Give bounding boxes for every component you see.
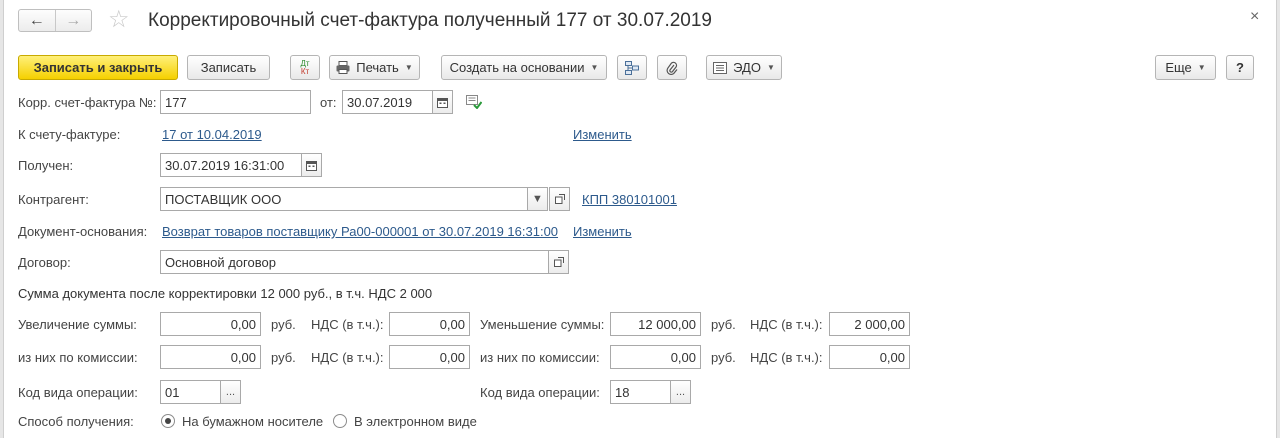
change-base-doc-link[interactable]: Изменить — [573, 224, 632, 240]
receive-method-label: Способ получения: — [18, 414, 134, 429]
save-button[interactable]: Записать — [187, 55, 270, 80]
paper-radio[interactable] — [161, 414, 175, 428]
date-field[interactable]: 30.07.2019 — [342, 90, 433, 114]
counterparty-label: Контрагент: — [18, 192, 89, 207]
close-icon[interactable]: × — [1250, 7, 1259, 27]
rub-label: руб. — [711, 350, 736, 365]
decrease-vat-field[interactable]: 2 000,00 — [829, 312, 910, 336]
op-code-left-field[interactable]: 01 — [160, 380, 221, 404]
select-op-code-button[interactable]: ... — [670, 380, 691, 404]
increase-amount-field[interactable]: 0,00 — [160, 312, 261, 336]
rub-label: руб. — [271, 350, 296, 365]
received-label: Получен: — [18, 158, 74, 173]
increase-vat-field[interactable]: 0,00 — [389, 312, 470, 336]
printer-icon — [336, 61, 350, 74]
chevron-down-icon: ▼ — [766, 63, 775, 72]
sum-summary-text: Сумма документа после корректировки 12 0… — [18, 286, 433, 301]
window-frame-left — [0, 0, 4, 438]
edo-icon — [713, 61, 728, 74]
received-datetime-field[interactable]: 30.07.2019 16:31:00 — [160, 153, 302, 177]
decrease-amount-field[interactable]: 12 000,00 — [610, 312, 701, 336]
to-invoice-link[interactable]: 17 от 10.04.2019 — [162, 127, 262, 143]
contract-label: Договор: — [18, 255, 71, 270]
date-label: от: — [320, 95, 337, 110]
vat-incl-label: НДС (в т.ч.): — [750, 317, 823, 332]
print-button[interactable]: Печать ▼ — [329, 55, 420, 80]
base-doc-link[interactable]: Возврат товаров поставщику Ра00-000001 о… — [162, 224, 558, 240]
create-based-on-button[interactable]: Создать на основании ▼ — [441, 55, 607, 80]
calendar-icon[interactable] — [432, 90, 453, 114]
base-doc-label: Документ-основания: — [18, 224, 148, 239]
rub-label: руб. — [271, 317, 296, 332]
open-item-icon[interactable] — [548, 250, 569, 274]
op-code-label: Код вида операции: — [480, 385, 600, 400]
commission-right-amount-field[interactable]: 0,00 — [610, 345, 701, 369]
nav-buttons: ← → — [18, 9, 92, 32]
select-op-code-button[interactable]: ... — [220, 380, 241, 404]
chevron-down-icon: ▼ — [404, 63, 413, 72]
kpp-link[interactable]: КПП 380101001 — [582, 192, 677, 208]
paper-option-label[interactable]: На бумажном носителе — [182, 414, 323, 430]
counterparty-field[interactable]: ПОСТАВЩИК ООО — [160, 187, 528, 211]
attach-button[interactable] — [657, 55, 687, 80]
corr-invoice-number-field[interactable]: 177 — [160, 90, 311, 114]
electronic-option-label[interactable]: В электронном виде — [354, 414, 477, 430]
corr-invoice-label: Корр. счет-фактура №: — [18, 95, 157, 110]
change-invoice-link[interactable]: Изменить — [573, 127, 632, 143]
dt-kt-button[interactable]: Дт Кт — [290, 55, 320, 80]
page-title: Корректировочный счет-фактура полученный… — [148, 10, 712, 31]
create-based-label: Создать на основании — [449, 60, 585, 75]
more-label: Еще — [1165, 60, 1192, 75]
commission-left-vat-field[interactable]: 0,00 — [389, 345, 470, 369]
vat-incl-label: НДС (в т.ч.): — [311, 317, 384, 332]
open-item-icon[interactable] — [549, 187, 570, 211]
help-button[interactable]: ? — [1226, 55, 1254, 80]
contract-field[interactable]: Основной договор — [160, 250, 549, 274]
edo-label: ЭДО — [733, 60, 761, 75]
document-structure-icon — [625, 60, 639, 75]
back-arrow-icon[interactable]: ← — [19, 10, 55, 31]
calendar-icon[interactable] — [301, 153, 322, 177]
electronic-radio[interactable] — [333, 414, 347, 428]
rub-label: руб. — [711, 317, 736, 332]
op-code-right-field[interactable]: 18 — [610, 380, 671, 404]
vat-incl-label: НДС (в т.ч.): — [311, 350, 384, 365]
more-button[interactable]: Еще ▼ — [1155, 55, 1216, 80]
commission-label: из них по комиссии: — [480, 350, 600, 365]
decrease-label: Уменьшение суммы: — [480, 317, 605, 332]
forward-arrow-icon[interactable]: → — [54, 10, 92, 31]
increase-label: Увеличение суммы: — [18, 317, 137, 332]
favorite-star-icon[interactable]: ☆ — [108, 6, 130, 34]
window-frame-right — [1276, 0, 1280, 438]
commission-left-amount-field[interactable]: 0,00 — [160, 345, 261, 369]
document-status-icon[interactable] — [466, 95, 482, 109]
structure-button[interactable] — [617, 55, 647, 80]
chevron-down-icon: ▼ — [1197, 63, 1206, 72]
chevron-down-icon[interactable]: ▼ — [527, 187, 548, 211]
vat-incl-label: НДС (в т.ч.): — [750, 350, 823, 365]
commission-label: из них по комиссии: — [18, 350, 138, 365]
chevron-down-icon: ▼ — [590, 63, 599, 72]
save-and-close-button[interactable]: Записать и закрыть — [18, 55, 178, 80]
to-invoice-label: К счету-фактуре: — [18, 127, 121, 142]
commission-right-vat-field[interactable]: 0,00 — [829, 345, 910, 369]
print-label: Печать — [356, 60, 399, 75]
paperclip-icon — [666, 61, 678, 75]
dt-kt-icon-bottom: Кт — [300, 66, 310, 76]
op-code-label: Код вида операции: — [18, 385, 138, 400]
edo-button[interactable]: ЭДО ▼ — [706, 55, 782, 80]
